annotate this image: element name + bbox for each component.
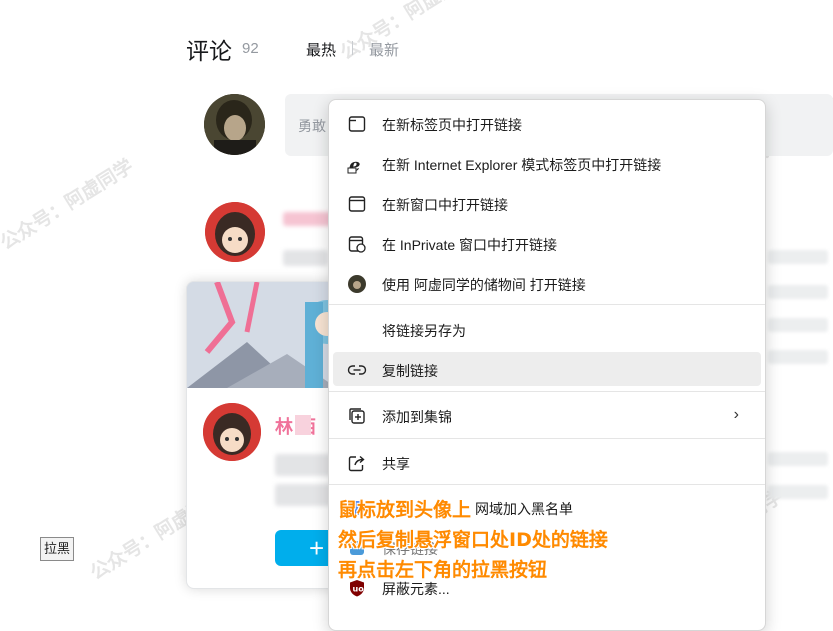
watermark: 公众号：阿虚同学 bbox=[337, 0, 478, 65]
menu-separator bbox=[329, 438, 765, 439]
comment-avatar[interactable] bbox=[205, 202, 265, 262]
link-icon bbox=[347, 365, 367, 375]
internet-explorer-icon: e bbox=[347, 155, 360, 174]
sort-hot-tab[interactable]: 最热 bbox=[306, 39, 336, 60]
blurred-text bbox=[768, 318, 828, 332]
menu-item-share[interactable]: 共享 bbox=[333, 445, 761, 479]
instruction-line-3: 再点击左下角的拉黑按钮 bbox=[338, 559, 548, 581]
menu-item-save-link-as[interactable]: 将链接另存为 bbox=[333, 312, 761, 346]
instruction-line-2: 然后复制悬浮窗口处ID处的链接 bbox=[338, 529, 608, 551]
menu-item-label: 复制链接 bbox=[382, 363, 438, 379]
card-avatar[interactable] bbox=[201, 401, 263, 463]
menu-item-open-ie-mode[interactable]: e 在新 Internet Explorer 模式标签页中打开链接 bbox=[333, 146, 761, 180]
menu-item-open-new-tab[interactable]: 在新标签页中打开链接 bbox=[333, 106, 761, 140]
comment-avatar-image bbox=[205, 202, 265, 262]
menu-separator bbox=[329, 304, 765, 305]
my-avatar-image bbox=[204, 94, 265, 155]
instruction-line-1: 鼠标放到头像上 bbox=[338, 499, 472, 521]
menu-item-label: 屏蔽元素... bbox=[382, 581, 450, 597]
card-signature bbox=[275, 454, 335, 476]
svg-text:uo: uo bbox=[353, 585, 365, 594]
menu-item-open-inprivate[interactable]: 在 InPrivate 窗口中打开链接 bbox=[333, 226, 761, 260]
blurred-text bbox=[768, 452, 828, 466]
comments-title: 评论 bbox=[186, 38, 232, 64]
menu-item-copy-link[interactable]: 复制链接 bbox=[333, 352, 761, 386]
blurred-text bbox=[768, 350, 828, 364]
username-mask bbox=[295, 415, 311, 435]
menu-item-label: 在新窗口中打开链接 bbox=[382, 197, 508, 213]
menu-item-open-with-profile[interactable]: 使用 阿虚同学的储物间 打开链接 bbox=[333, 266, 761, 300]
new-tab-icon bbox=[348, 116, 366, 132]
blacklist-button[interactable]: 拉黑 bbox=[40, 537, 75, 561]
card-stats bbox=[275, 484, 335, 506]
profile-avatar-icon bbox=[348, 275, 366, 293]
menu-item-label: 在新 Internet Explorer 模式标签页中打开链接 bbox=[382, 157, 662, 173]
comments-count: 92 bbox=[242, 40, 259, 57]
comment-input-placeholder: 勇敢 bbox=[298, 118, 326, 134]
menu-item-label: 在新标签页中打开链接 bbox=[382, 117, 522, 133]
inprivate-window-icon bbox=[348, 236, 366, 253]
menu-item-label: 添加到集锦 bbox=[382, 409, 452, 425]
comment-username bbox=[283, 212, 333, 226]
blurred-text bbox=[768, 485, 828, 499]
blurred-text bbox=[768, 250, 828, 264]
menu-item-label: 将链接另存为 bbox=[382, 323, 466, 339]
menu-item-label: 网域加入黑名单 bbox=[475, 501, 573, 517]
menu-item-open-new-window[interactable]: 在新窗口中打开链接 bbox=[333, 186, 761, 220]
card-avatar-image bbox=[203, 403, 261, 461]
sort-divider bbox=[352, 41, 353, 55]
my-avatar[interactable] bbox=[204, 94, 265, 155]
menu-separator bbox=[329, 484, 765, 485]
menu-item-label: 共享 bbox=[382, 456, 410, 472]
sort-new-tab[interactable]: 最新 bbox=[369, 39, 399, 60]
menu-item-add-to-collections[interactable]: 添加到集锦 › bbox=[333, 398, 761, 432]
watermark: 公众号：阿虚同学 bbox=[0, 156, 138, 255]
share-icon bbox=[348, 455, 365, 472]
blurred-text bbox=[768, 285, 828, 299]
menu-item-label: 使用 阿虚同学的储物间 打开链接 bbox=[382, 277, 586, 293]
collections-add-icon bbox=[349, 408, 365, 424]
menu-separator bbox=[329, 391, 765, 392]
new-window-icon bbox=[348, 196, 366, 212]
comment-text bbox=[283, 250, 328, 266]
chevron-right-icon: › bbox=[733, 406, 739, 423]
menu-item-label: 在 InPrivate 窗口中打开链接 bbox=[382, 237, 558, 253]
